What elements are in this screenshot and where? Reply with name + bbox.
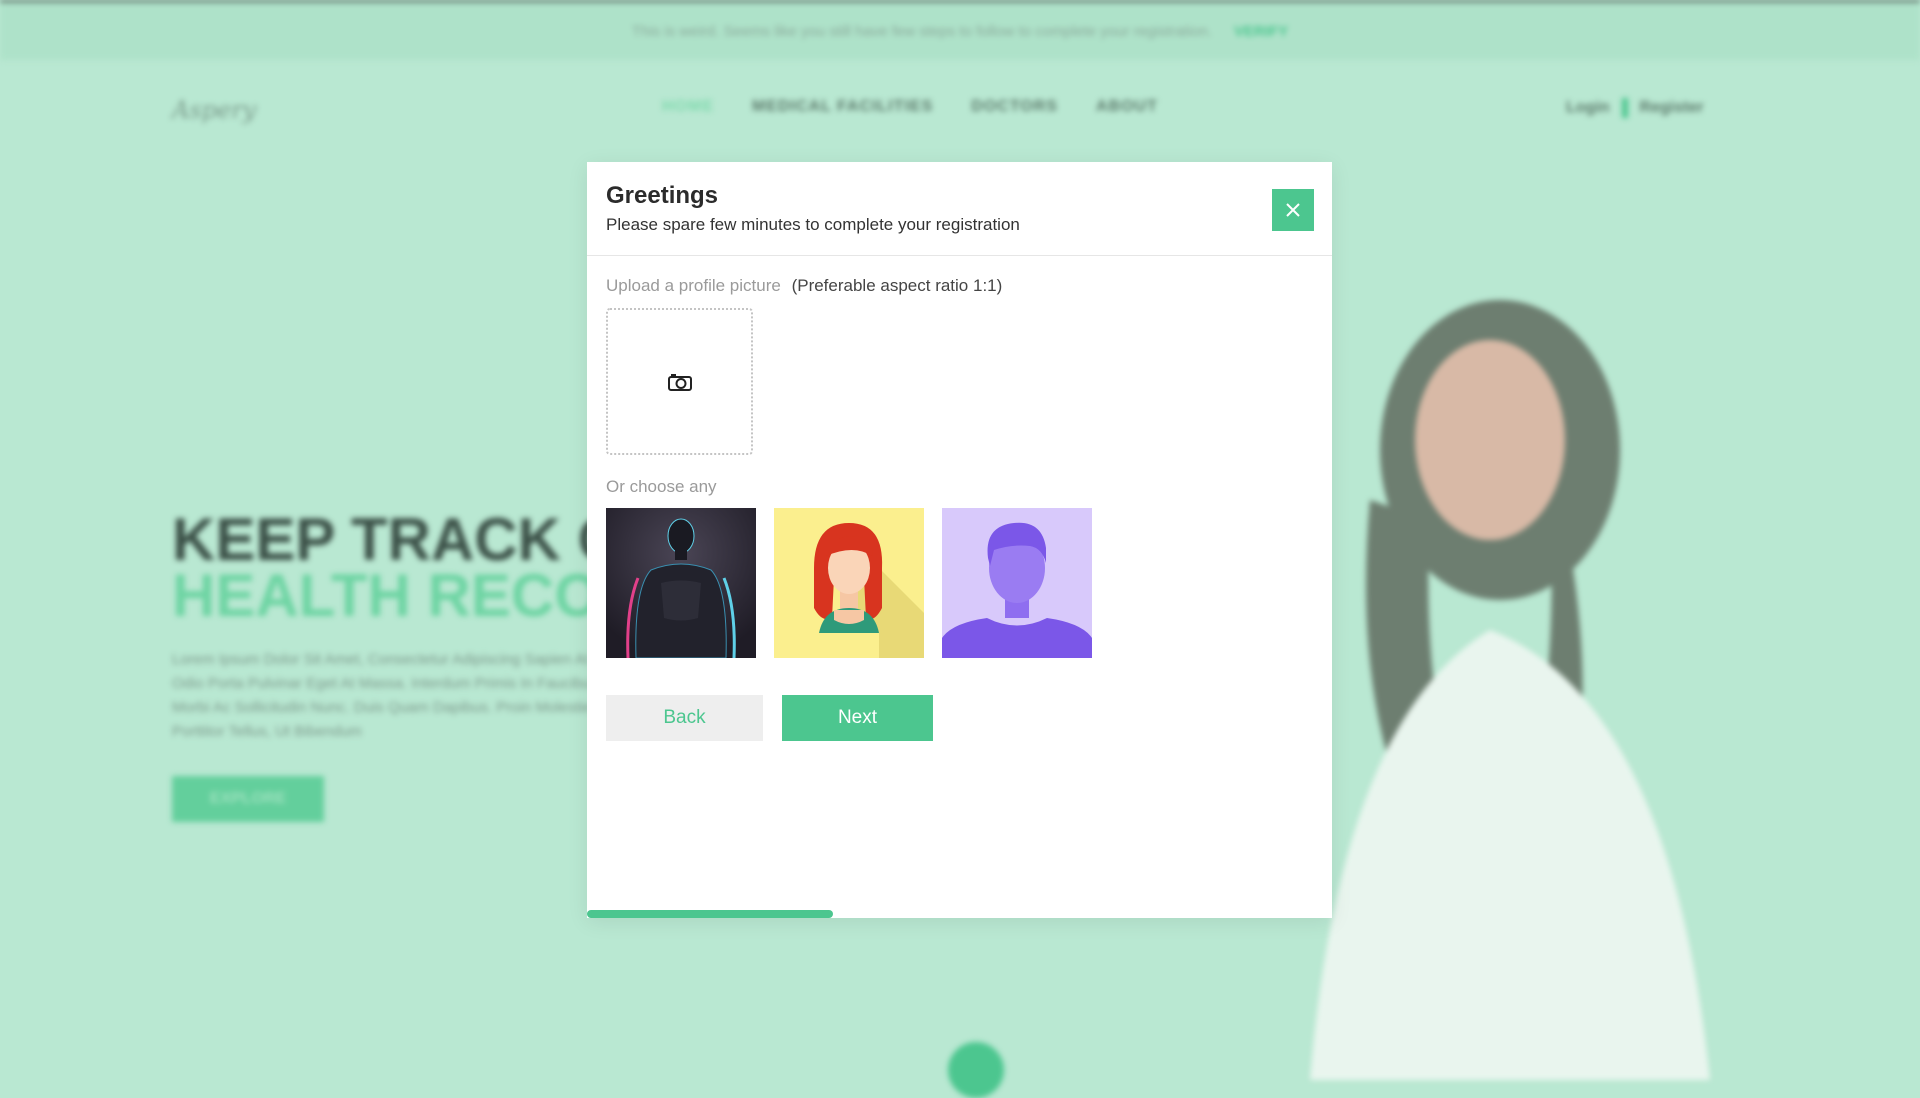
avatar-woman-image <box>774 508 924 658</box>
choose-label: Or choose any <box>606 477 717 496</box>
menu-item-medical-facilities[interactable]: MEDICAL FACILITIES <box>752 98 933 116</box>
menu-item-doctors[interactable]: DOCTORS <box>971 98 1058 116</box>
register-link[interactable]: Register <box>1640 99 1704 117</box>
camera-icon <box>667 373 692 391</box>
upload-label-text: Upload a profile picture <box>606 276 781 295</box>
explore-button[interactable]: EXPLORE <box>172 776 324 822</box>
avatar-option-woman[interactable] <box>774 508 924 658</box>
avatar-mannequin-image <box>606 508 756 658</box>
modal-header: Greetings Please spare few minutes to co… <box>587 162 1332 256</box>
avatar-man-image <box>942 508 1092 658</box>
close-icon <box>1286 203 1300 217</box>
modal-subtitle: Please spare few minutes to complete you… <box>606 215 1020 234</box>
verify-link[interactable]: VERIFY <box>1234 23 1288 40</box>
modal-title: Greetings <box>606 182 719 209</box>
doctor-image <box>1310 300 1710 1080</box>
close-button[interactable] <box>1272 189 1314 231</box>
menu-item-home[interactable]: HOME <box>662 98 714 116</box>
upload-label: Upload a profile picture (Preferable asp… <box>606 276 1002 296</box>
login-link[interactable]: Login <box>1566 99 1610 117</box>
next-button[interactable]: Next <box>782 695 933 741</box>
upload-hint: (Preferable aspect ratio 1:1) <box>791 276 1003 295</box>
hero-description: Lorem Ipsum Dolor Sit Amet, Consectetur … <box>172 651 603 740</box>
menu-item-about[interactable]: ABOUT <box>1096 98 1158 116</box>
site-logo[interactable]: Aspery <box>172 96 256 124</box>
back-button[interactable]: Back <box>606 695 763 741</box>
avatar-option-mannequin[interactable] <box>606 508 756 658</box>
progress-bar <box>587 910 1332 918</box>
auth-divider <box>1621 98 1628 118</box>
progress-bar-fill <box>587 910 833 918</box>
notice-text: This is weird. Seems like you still have… <box>631 22 1213 40</box>
avatar-option-man[interactable] <box>942 508 1092 658</box>
registration-modal: Greetings Please spare few minutes to co… <box>587 162 1332 918</box>
auth-links: Login Register <box>1566 98 1704 118</box>
upload-dropzone[interactable] <box>606 308 753 455</box>
navbar: Aspery HOME MEDICAL FACILITIES DOCTORS A… <box>0 90 1920 130</box>
notice-bar: This is weird. Seems like you still have… <box>0 0 1920 60</box>
scroll-button[interactable] <box>948 1042 1004 1098</box>
main-menu: HOME MEDICAL FACILITIES DOCTORS ABOUT <box>662 98 1158 116</box>
